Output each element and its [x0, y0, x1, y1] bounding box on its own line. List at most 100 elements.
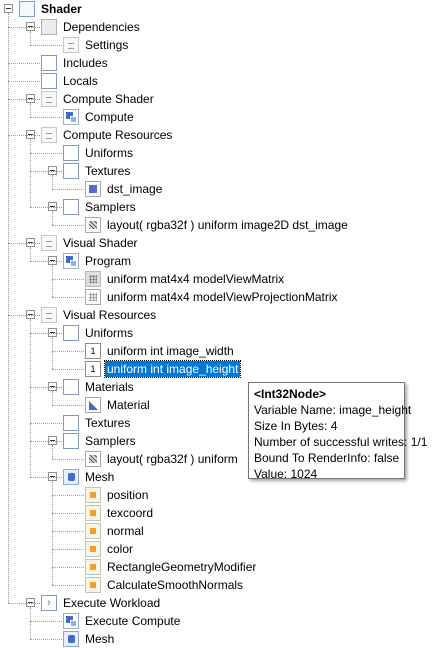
tree-node-label: Settings: [85, 38, 129, 52]
tree-node-shader[interactable]: Shader: [0, 0, 437, 18]
tree-node-locals[interactable]: Locals: [0, 72, 437, 90]
tree-node-settings[interactable]: Settings: [0, 36, 437, 54]
tree-node-image-height[interactable]: 1 uniform int image_height: [0, 360, 437, 378]
tree-connector-line: [52, 279, 84, 280]
node-tooltip: <Int32Node> Variable Name: image_height …: [248, 382, 427, 481]
tree-node-model-view-projection-matrix[interactable]: uniform mat4x4 modelViewProjectionMatrix: [0, 288, 437, 306]
tree-connector-line: [30, 171, 62, 172]
tree-node-samplers[interactable]: Samplers: [0, 198, 437, 216]
tree-node-label: Shader: [41, 2, 82, 16]
tree-node-label: Dependencies: [63, 20, 140, 34]
tree-connector-line: [52, 189, 84, 190]
sampler-icon: [85, 451, 101, 467]
tree-connector-line: [52, 405, 84, 406]
tree-connector-line: [8, 135, 40, 136]
resources-icon: [41, 307, 57, 323]
compute-icon: [63, 613, 79, 629]
tree-connector-line: [52, 459, 84, 460]
execute-icon: ›: [41, 595, 57, 611]
texture-icon: [85, 181, 101, 197]
tree-node-label: Visual Shader: [63, 236, 138, 250]
tooltip-size-in-bytes: Size In Bytes: 4: [254, 419, 338, 433]
tree-connector-line: [30, 45, 62, 46]
tree-node-visual-resources[interactable]: Visual Resources: [0, 306, 437, 324]
tree-connector-line: [52, 585, 84, 586]
tree-node-normal[interactable]: normal: [0, 522, 437, 540]
tree-node-visual-shader[interactable]: Visual Shader: [0, 234, 437, 252]
tree-node-uniforms[interactable]: Uniforms: [0, 144, 437, 162]
tree-node-label: Compute: [85, 110, 134, 124]
collapse-toggle-icon[interactable]: [4, 4, 13, 13]
modifier-icon: [85, 559, 101, 575]
tree-connector-line: [30, 387, 62, 388]
tree-node-label: Textures: [85, 416, 131, 430]
tree-node-textures[interactable]: Textures: [0, 162, 437, 180]
tree-node-label: Execute Compute: [85, 614, 181, 628]
tree-node-label: CalculateSmoothNormals: [107, 578, 244, 592]
tree-node-model-view-matrix[interactable]: uniform mat4x4 modelViewMatrix: [0, 270, 437, 288]
tree-node-uniforms[interactable]: Uniforms: [0, 324, 437, 342]
tree-node-label: Samplers: [85, 434, 136, 448]
tree-node-label: Samplers: [85, 200, 136, 214]
tree-node-calculate-smooth-normals[interactable]: CalculateSmoothNormals: [0, 576, 437, 594]
attribute-icon: [85, 505, 101, 521]
settings-icon: [63, 37, 79, 53]
folder-icon: [63, 199, 79, 215]
tree-connector-line: [30, 423, 62, 424]
tree-node-label: Materials: [85, 380, 134, 394]
tree-connector-line: [8, 81, 40, 82]
program-icon: [63, 253, 79, 269]
folder-icon: [41, 73, 57, 89]
resources-icon: [41, 127, 57, 143]
tree-node-label: Includes: [63, 56, 108, 70]
tree-node-execute-mesh[interactable]: Mesh: [0, 630, 437, 648]
tree-node-dst-image[interactable]: dst_image: [0, 180, 437, 198]
folder-icon: [63, 145, 79, 161]
tree-node-program[interactable]: Program: [0, 252, 437, 270]
tree-connector-line: [52, 567, 84, 568]
tree-connector-line: [30, 477, 62, 478]
tree-node-label: Compute Shader: [63, 92, 154, 106]
tree-node-color[interactable]: color: [0, 540, 437, 558]
folder-icon: [41, 55, 57, 71]
tree-node-image-width[interactable]: 1 uniform int image_width: [0, 342, 437, 360]
tree-node-label: Uniforms: [85, 326, 134, 340]
folder-icon: [63, 325, 79, 341]
shader-tree-view[interactable]: Shader Dependencies Settings Includes Locals…: [0, 0, 437, 648]
tree-connector-line: [8, 603, 40, 604]
tree-connector-line: [30, 207, 62, 208]
tooltip-bound-to-renderinfo: Bound To RenderInfo: false: [254, 451, 400, 465]
int-icon: 1: [85, 361, 101, 377]
attribute-icon: [85, 487, 101, 503]
tree-node-compute-resources[interactable]: Compute Resources: [0, 126, 437, 144]
tree-connector-line: [52, 297, 84, 298]
material-icon: [85, 397, 101, 413]
tree-node-sampler-dst-image[interactable]: layout( rgba32f ) uniform image2D dst_im…: [0, 216, 437, 234]
tree-node-label: Execute Workload: [63, 596, 161, 610]
tree-connector-line: [8, 27, 40, 28]
tree-node-includes[interactable]: Includes: [0, 54, 437, 72]
compute-icon: [63, 109, 79, 125]
tree-node-compute-shader[interactable]: Compute Shader: [0, 90, 437, 108]
tree-node-rectangle-geometry-modifier[interactable]: RectangleGeometryModifier: [0, 558, 437, 576]
shader-stage-icon: [41, 235, 57, 251]
attribute-icon: [85, 541, 101, 557]
tree-node-execute-compute[interactable]: Execute Compute: [0, 612, 437, 630]
mesh-icon: [63, 469, 79, 485]
modifier-icon: [85, 577, 101, 593]
tree-connector-line: [8, 99, 40, 100]
tree-node-dependencies[interactable]: Dependencies: [0, 18, 437, 36]
tree-node-execute-workload[interactable]: › Execute Workload: [0, 594, 437, 612]
tree-node-label: uniform mat4x4 modelViewMatrix: [107, 272, 285, 286]
tree-connector-line: [30, 117, 62, 118]
tree-connector-line: [30, 441, 62, 442]
tree-node-label: Compute Resources: [63, 128, 173, 142]
tree-connector-line: [8, 315, 40, 316]
tree-node-texcoord[interactable]: texcoord: [0, 504, 437, 522]
tree-node-compute[interactable]: Compute: [0, 108, 437, 126]
tree-node-position[interactable]: position: [0, 486, 437, 504]
tree-node-label: Textures: [85, 164, 131, 178]
matrix-icon: [85, 271, 101, 287]
tooltip-title: <Int32Node>: [254, 387, 327, 401]
tree-node-label: layout( rgba32f ) uniform: [107, 452, 238, 466]
